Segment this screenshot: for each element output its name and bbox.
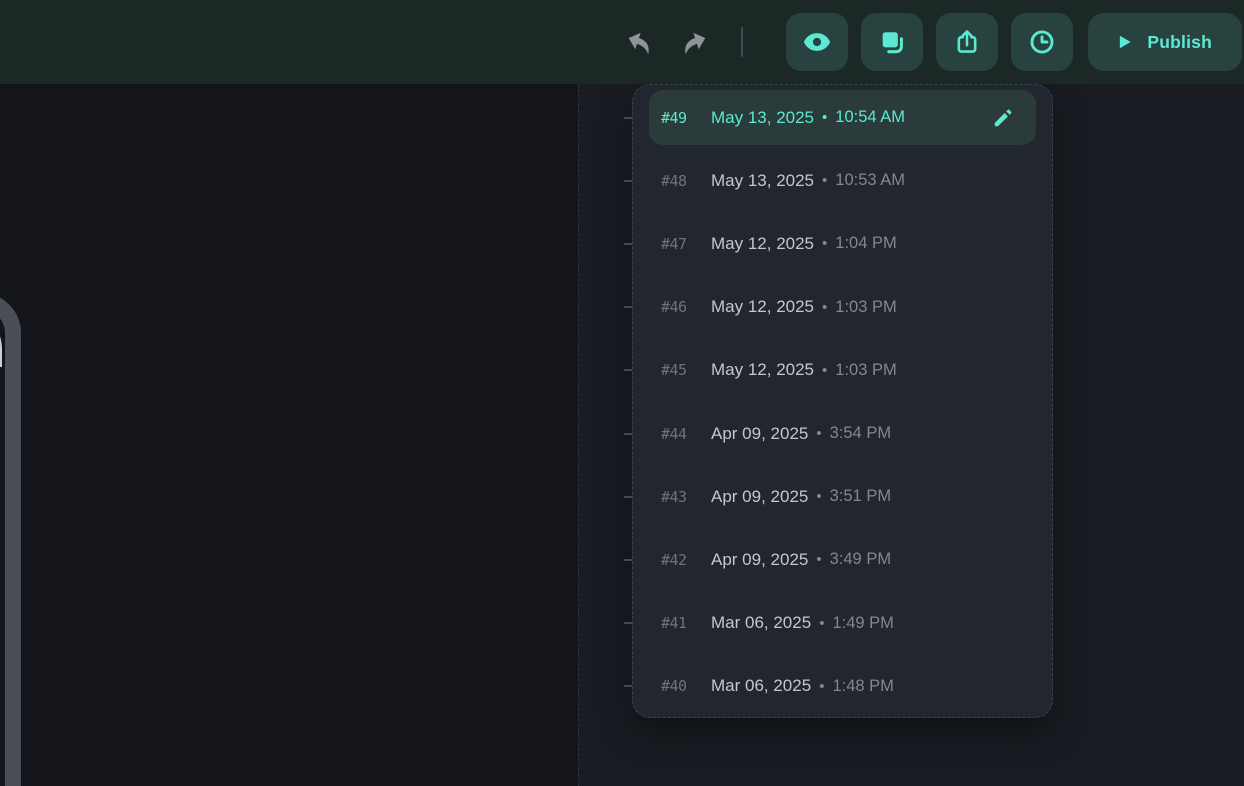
toolbar: Publish bbox=[623, 0, 1242, 84]
bullet-separator: • bbox=[816, 425, 821, 442]
version-time: 10:53 AM bbox=[835, 171, 905, 190]
share-icon bbox=[953, 28, 981, 56]
version-row[interactable]: #40 Mar 06, 2025 • 1:48 PM bbox=[633, 655, 1052, 718]
version-time: 1:03 PM bbox=[835, 298, 896, 317]
version-date: Apr 09, 2025 bbox=[711, 550, 808, 570]
version-number: #42 bbox=[661, 551, 709, 569]
version-row[interactable]: #45 May 12, 2025 • 1:03 PM bbox=[633, 339, 1052, 402]
version-row[interactable]: #46 May 12, 2025 • 1:03 PM bbox=[633, 276, 1052, 339]
version-list: #49 May 13, 2025 • 10:54 AM #48 May 13, … bbox=[633, 85, 1052, 717]
editor-canvas: #49 May 13, 2025 • 10:54 AM #48 May 13, … bbox=[0, 84, 1244, 786]
redo-button[interactable] bbox=[677, 25, 711, 59]
version-number: #41 bbox=[661, 614, 709, 632]
version-time: 1:03 PM bbox=[835, 361, 896, 380]
version-time: 1:04 PM bbox=[835, 234, 896, 253]
version-date: Apr 09, 2025 bbox=[711, 424, 808, 444]
version-date: May 12, 2025 bbox=[711, 360, 814, 380]
version-time: 10:54 AM bbox=[835, 108, 905, 127]
eye-icon bbox=[802, 27, 832, 57]
bullet-separator: • bbox=[822, 172, 827, 189]
version-time: 3:54 PM bbox=[830, 424, 891, 443]
version-time: 1:48 PM bbox=[832, 677, 893, 696]
history-button[interactable] bbox=[1011, 13, 1073, 71]
version-history-panel: #49 May 13, 2025 • 10:54 AM #48 May 13, … bbox=[632, 84, 1053, 718]
toolbar-divider bbox=[741, 27, 743, 57]
share-button[interactable] bbox=[936, 13, 998, 71]
version-row[interactable]: #43 Apr 09, 2025 • 3:51 PM bbox=[633, 465, 1052, 528]
version-date: Mar 06, 2025 bbox=[711, 613, 811, 633]
bullet-separator: • bbox=[816, 488, 821, 505]
redo-icon bbox=[675, 23, 713, 61]
undo-icon bbox=[621, 23, 659, 61]
version-date: May 13, 2025 bbox=[711, 171, 814, 191]
bullet-separator: • bbox=[822, 362, 827, 379]
version-row[interactable]: #42 Apr 09, 2025 • 3:49 PM bbox=[633, 528, 1052, 591]
version-time: 3:49 PM bbox=[830, 550, 891, 569]
duplicate-button[interactable] bbox=[861, 13, 923, 71]
undo-button[interactable] bbox=[623, 25, 657, 59]
publish-button[interactable]: Publish bbox=[1088, 13, 1242, 71]
version-number: #43 bbox=[661, 488, 709, 506]
canvas-left-pane bbox=[0, 84, 578, 786]
bullet-separator: • bbox=[816, 551, 821, 568]
version-number: #40 bbox=[661, 677, 709, 695]
bullet-separator: • bbox=[819, 678, 824, 695]
version-time: 1:49 PM bbox=[832, 614, 893, 633]
bullet-separator: • bbox=[822, 109, 827, 126]
version-date: May 12, 2025 bbox=[711, 297, 814, 317]
version-row[interactable]: #49 May 13, 2025 • 10:54 AM bbox=[633, 86, 1052, 149]
version-row[interactable]: #44 Apr 09, 2025 • 3:54 PM bbox=[633, 402, 1052, 465]
version-date: May 13, 2025 bbox=[711, 108, 814, 128]
version-number: #49 bbox=[661, 109, 709, 127]
version-number: #45 bbox=[661, 361, 709, 379]
version-number: #46 bbox=[661, 298, 709, 316]
version-date: Mar 06, 2025 bbox=[711, 676, 811, 696]
version-time: 3:51 PM bbox=[830, 487, 891, 506]
publish-label: Publish bbox=[1147, 32, 1212, 53]
bullet-separator: • bbox=[822, 235, 827, 252]
preview-button[interactable] bbox=[786, 13, 848, 71]
duplicate-icon bbox=[878, 28, 906, 56]
pencil-icon[interactable] bbox=[992, 107, 1014, 129]
version-number: #44 bbox=[661, 425, 709, 443]
version-row[interactable]: #48 May 13, 2025 • 10:53 AM bbox=[633, 149, 1052, 212]
version-number: #47 bbox=[661, 235, 709, 253]
bullet-separator: • bbox=[819, 615, 824, 632]
version-number: #48 bbox=[661, 172, 709, 190]
history-icon bbox=[1028, 28, 1056, 56]
version-row[interactable]: #41 Mar 06, 2025 • 1:49 PM bbox=[633, 592, 1052, 655]
version-date: May 12, 2025 bbox=[711, 234, 814, 254]
version-date: Apr 09, 2025 bbox=[711, 487, 808, 507]
clipped-card-frame bbox=[0, 293, 21, 786]
play-icon bbox=[1114, 32, 1134, 52]
version-row[interactable]: #47 May 12, 2025 • 1:04 PM bbox=[633, 212, 1052, 275]
bullet-separator: • bbox=[822, 299, 827, 316]
